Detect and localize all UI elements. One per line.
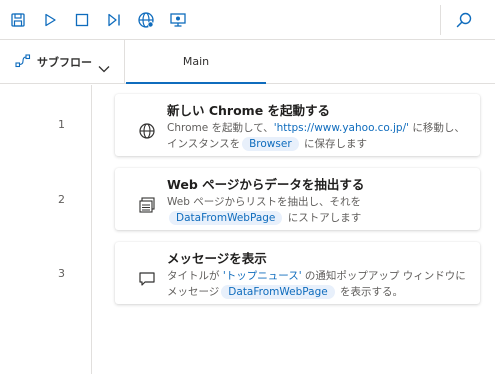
- run-icon[interactable]: [36, 6, 64, 34]
- web-recorder-icon[interactable]: [132, 6, 160, 34]
- subflow-label: サブフロー: [37, 56, 92, 69]
- line-number: 3: [58, 267, 65, 280]
- stop-icon[interactable]: [68, 6, 96, 34]
- line-number: 1: [58, 118, 65, 131]
- action-description: Chrome を起動して、'https://www.yahoo.co.jp/' …: [167, 120, 467, 152]
- url-value: 'https://www.yahoo.co.jp/': [273, 122, 410, 134]
- desc-text: にストアします: [284, 212, 362, 224]
- tab-main-label: Main: [182, 54, 210, 68]
- desc-text: に保存します: [300, 138, 367, 150]
- variable-chip[interactable]: Browser: [242, 137, 299, 151]
- action-description: タイトルが 'トップニュース' の通知ポップアップ ウィンドウにメッセージ Dat…: [167, 268, 467, 300]
- search-icon[interactable]: [450, 6, 478, 34]
- subflow-dropdown[interactable]: サブフロー: [0, 40, 125, 84]
- subflow-icon: [15, 53, 31, 72]
- extract-icon: [138, 196, 156, 214]
- action-card-extract-data[interactable]: Web ページからデータを抽出する Web ページからリストを抽出し、それを Da…: [115, 168, 480, 230]
- globe-icon: [138, 122, 156, 140]
- desc-text: を表示する。: [336, 286, 404, 298]
- action-card-display-message[interactable]: メッセージを表示 タイトルが 'トップニュース' の通知ポップアップ ウィンドウ…: [115, 242, 480, 304]
- desc-text: タイトルが: [167, 270, 223, 282]
- action-description: Web ページからリストを抽出し、それを DataFromWebPage にストア…: [167, 194, 467, 226]
- toolbar: [0, 0, 495, 40]
- step-icon[interactable]: [100, 6, 128, 34]
- desktop-recorder-icon[interactable]: [164, 6, 192, 34]
- action-card-launch-chrome[interactable]: 新しい Chrome を起動する Chrome を起動して、'https://w…: [115, 94, 480, 156]
- title-value: 'トップニュース': [222, 270, 302, 282]
- action-title: 新しい Chrome を起動する: [167, 103, 331, 118]
- line-gutter: 1 2 3: [0, 85, 92, 374]
- line-number: 2: [58, 193, 65, 206]
- desc-text: Web ページからリストを抽出し、それを: [167, 196, 362, 208]
- desc-text: Chrome を起動して、: [167, 122, 274, 134]
- action-title: Web ページからデータを抽出する: [167, 177, 365, 192]
- variable-chip[interactable]: DataFromWebPage: [221, 285, 335, 299]
- save-icon[interactable]: [4, 6, 32, 34]
- action-title: メッセージを表示: [167, 251, 267, 266]
- chevron-down-icon: [98, 58, 110, 77]
- tab-bar: サブフロー Main: [0, 40, 495, 84]
- variable-chip[interactable]: DataFromWebPage: [169, 211, 283, 225]
- tab-main[interactable]: Main: [126, 40, 266, 84]
- toolbar-separator: [440, 5, 441, 35]
- message-icon: [138, 270, 156, 288]
